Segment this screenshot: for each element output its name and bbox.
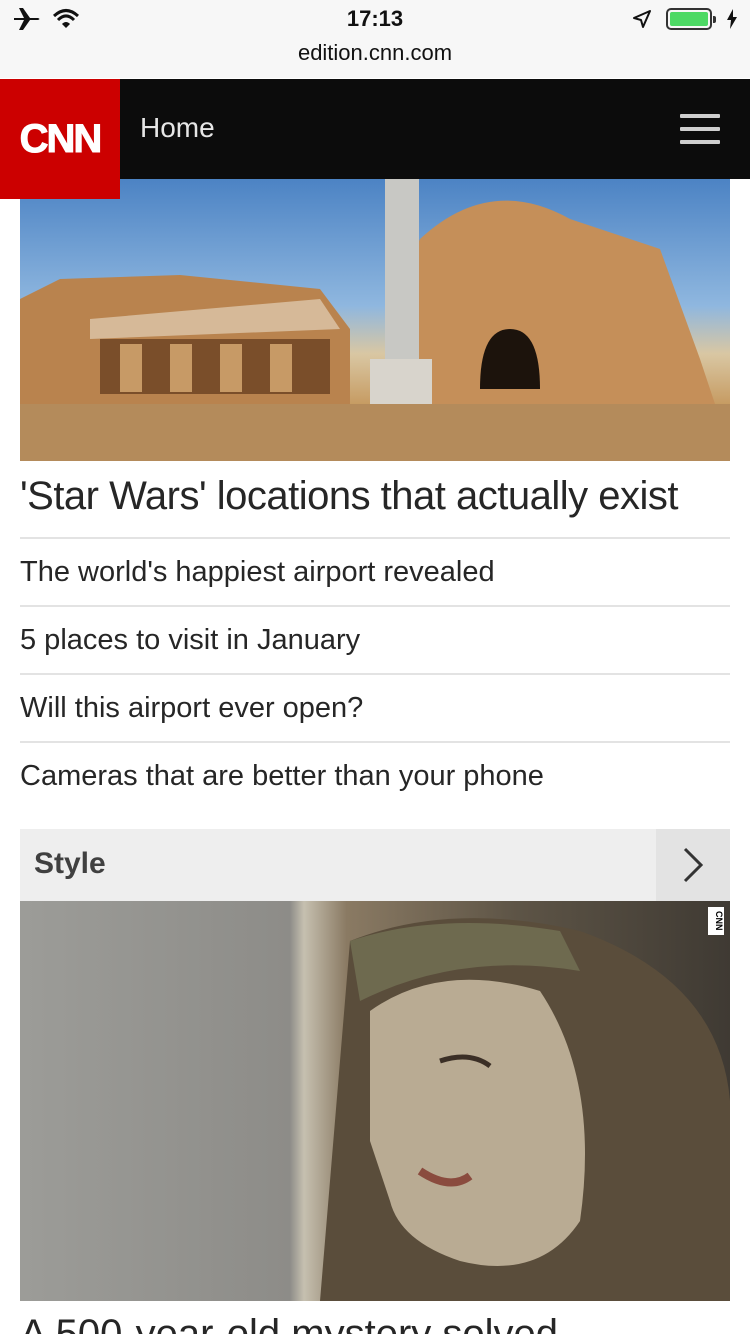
url-bar[interactable]: edition.cnn.com xyxy=(0,40,750,66)
list-item[interactable]: Will this airport ever open? xyxy=(20,673,730,741)
list-item[interactable]: The world's happiest airport revealed xyxy=(20,537,730,605)
hero-scene xyxy=(20,179,730,461)
hamburger-menu-icon[interactable] xyxy=(680,114,720,144)
story-list: The world's happiest airport revealed 5 … xyxy=(20,537,730,809)
status-right xyxy=(632,8,738,30)
section-title: Home xyxy=(140,112,215,143)
logo-text: CNN xyxy=(19,116,103,161)
chevron-right-icon[interactable] xyxy=(656,829,730,901)
hero-image[interactable] xyxy=(20,179,730,461)
battery-icon xyxy=(666,8,716,30)
cnn-watermark: CNN xyxy=(708,907,724,935)
hero-headline[interactable]: 'Star Wars' locations that actually exis… xyxy=(20,474,679,519)
list-item[interactable]: 5 places to visit in January xyxy=(20,605,730,673)
location-arrow-icon xyxy=(633,10,651,28)
status-bar: 17:13 edition.cnn.com xyxy=(0,0,750,78)
cnn-logo[interactable]: CNN xyxy=(0,79,120,199)
charging-bolt-icon xyxy=(727,9,737,29)
section-label: Style xyxy=(34,847,106,880)
list-item[interactable]: Cameras that are better than your phone xyxy=(20,741,730,809)
section-header-style[interactable]: Style xyxy=(20,829,730,901)
fresco-scene xyxy=(320,918,730,1301)
style-story-headline[interactable]: A 500-year-old mystery solved xyxy=(20,1312,558,1334)
style-story-image[interactable]: CNN xyxy=(20,901,730,1301)
